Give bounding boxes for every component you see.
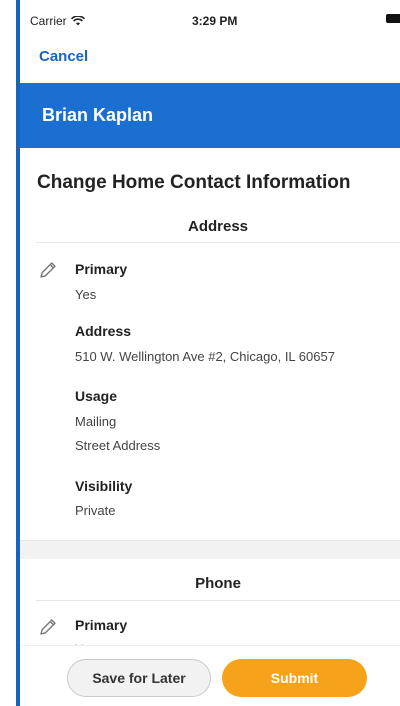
carrier-label: Carrier	[30, 14, 67, 28]
pencil-icon[interactable]	[38, 617, 58, 637]
pencil-icon[interactable]	[38, 260, 58, 280]
address-section-title: Address	[36, 198, 400, 243]
page-title: Change Home Contact Information	[37, 172, 351, 193]
header-bar: Brian Kaplan	[20, 83, 400, 148]
carrier: Carrier	[30, 14, 85, 28]
field-value-usage-1: Mailing	[75, 414, 117, 429]
field-label-address: Address	[75, 323, 132, 339]
field-value-primary: Yes	[75, 287, 97, 302]
field-label-primary: Primary	[75, 261, 128, 277]
status-time: 3:29 PM	[192, 14, 238, 28]
field-value-visibility: Private	[75, 503, 116, 518]
cancel-button[interactable]: Cancel	[39, 48, 88, 65]
field-value-usage-2: Street Address	[75, 438, 161, 453]
bottom-action-bar: Save for Later Submit	[20, 645, 400, 706]
phone-screen: Carrier 3:29 PM Cancel Brian Kaplan Chan…	[20, 0, 400, 706]
window-edge	[16, 0, 20, 706]
section-divider	[20, 540, 400, 559]
status-bar: Carrier 3:29 PM	[20, 0, 400, 34]
wifi-icon	[70, 16, 85, 26]
field-label-visibility: Visibility	[75, 478, 133, 494]
field-label-usage: Usage	[75, 388, 118, 404]
submit-button[interactable]: Submit	[222, 659, 367, 697]
worker-name: Brian Kaplan	[42, 105, 154, 125]
battery-icon	[386, 14, 400, 23]
field-value-address: 510 W. Wellington Ave #2, Chicago, IL 60…	[75, 349, 335, 364]
phone-field-label-primary: Primary	[75, 617, 128, 633]
phone-section-title: Phone	[36, 558, 400, 601]
save-for-later-button[interactable]: Save for Later	[67, 659, 211, 697]
app-frame: Carrier 3:29 PM Cancel Brian Kaplan Chan…	[0, 0, 400, 706]
